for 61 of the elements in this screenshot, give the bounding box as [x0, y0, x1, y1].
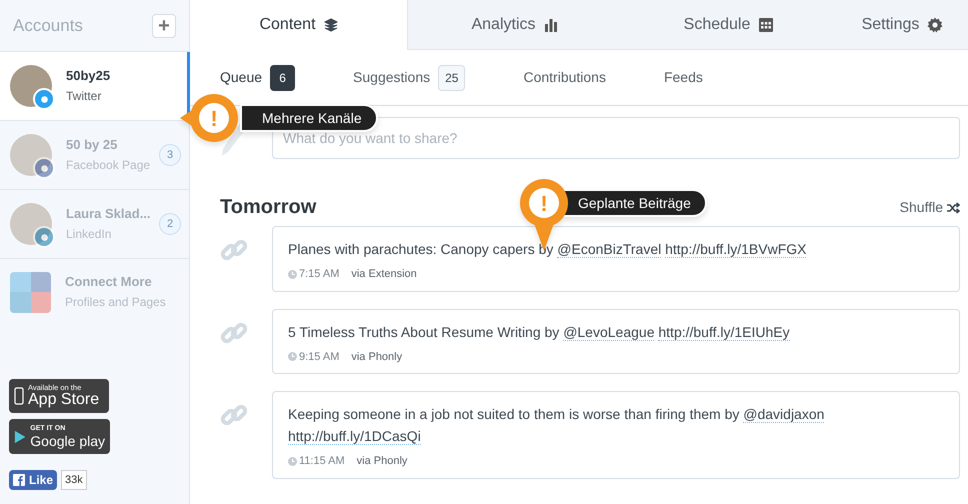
shuffle-icon — [946, 202, 960, 214]
mention-link[interactable]: @EconBizTravel — [557, 241, 662, 258]
connect-subtitle: Profiles and Pages — [65, 294, 166, 310]
exclamation-mark: ! — [529, 188, 559, 218]
sub-tab[interactable]: Contributions — [523, 67, 606, 88]
sub-tab[interactable]: Suggestions 25 — [353, 64, 466, 90]
sidebar-title: Accounts — [13, 14, 83, 37]
facebook-icon — [13, 474, 25, 486]
post-text: Planes with parachutes: Canopy capers by @EconBizTravel http://buff.ly/1BVwFGX — [288, 240, 808, 260]
url-link[interactable]: http://buff.ly/1DCasQi — [288, 428, 421, 445]
connect-title: Connect More — [65, 274, 153, 291]
social-networks-icon — [10, 272, 51, 312]
avatar-placeholder — [10, 203, 52, 245]
google-play-large-text: Google play — [30, 434, 105, 448]
count-badge: 25 — [438, 64, 466, 90]
app-store-large-text: App Store — [28, 392, 100, 408]
clock-icon — [288, 352, 297, 362]
mention-link[interactable]: @LevoLeague — [563, 324, 654, 340]
calendar-icon — [758, 16, 774, 32]
exclamation-mark: ! — [199, 103, 229, 133]
count-badge: 6 — [270, 64, 296, 90]
post-time: 11:15 AM — [299, 454, 345, 469]
phone-icon — [14, 387, 24, 405]
account-item[interactable]: 50by25 Twitter — [0, 52, 190, 121]
account-network: Facebook Page — [66, 158, 152, 173]
nav-tab[interactable]: Analytics — [408, 0, 621, 50]
day-heading: Tomorrow — [220, 195, 316, 220]
nav-tab[interactable]: Settings — [837, 0, 968, 50]
post-text: Keeping someone in a job not suited to them is worse than firing them by @davidjaxon http://buff.ly/1DCasQi — [288, 405, 826, 447]
avatar-placeholder — [10, 134, 52, 176]
shuffle-button[interactable]: Shuffle — [900, 197, 960, 218]
post-source: via Extension — [351, 267, 417, 282]
clock-icon — [288, 270, 297, 279]
nav-tab[interactable]: Schedule — [621, 0, 837, 50]
settings-icon — [927, 16, 944, 32]
sub-tab[interactable]: Feeds — [664, 67, 703, 88]
clock-icon — [288, 456, 297, 466]
like-button[interactable]: Like — [9, 470, 58, 490]
post-source: via Phonly — [351, 350, 402, 364]
sub-tab[interactable]: Queue 6 — [220, 64, 296, 90]
mention-link[interactable]: @davidjaxon — [743, 406, 824, 423]
nav-tab[interactable]: Content — [190, 0, 408, 50]
account-network: Twitter — [66, 88, 102, 104]
like-count: 33k — [61, 470, 87, 490]
account-name: Laura Sklad... — [66, 206, 152, 223]
add-account-button[interactable]: + — [152, 14, 176, 38]
play-triangle-icon — [14, 428, 26, 444]
account-name: 50 by 25 — [66, 137, 118, 154]
callout-label: Mehrere Kanäle — [240, 104, 378, 132]
count-badge: 3 — [159, 144, 181, 166]
bar-chart-icon — [544, 18, 558, 32]
post-time: 7:15 AM — [299, 267, 340, 282]
post-text: 5 Timeless Truths About Resume Writing by @LevoLeague http://buff.ly/1EIUhEy — [288, 322, 791, 342]
url-link[interactable]: http://buff.ly/1BVwFGX — [665, 241, 806, 258]
url-link[interactable]: http://buff.ly/1EIUhEy — [658, 324, 790, 340]
post-time: 9:15 AM — [299, 350, 340, 364]
post-source: via Phonly — [356, 454, 408, 469]
layers-icon — [324, 18, 338, 32]
count-badge: 2 — [159, 213, 181, 235]
account-network: LinkedIn — [66, 226, 112, 242]
account-name: 50by25 — [66, 68, 112, 85]
